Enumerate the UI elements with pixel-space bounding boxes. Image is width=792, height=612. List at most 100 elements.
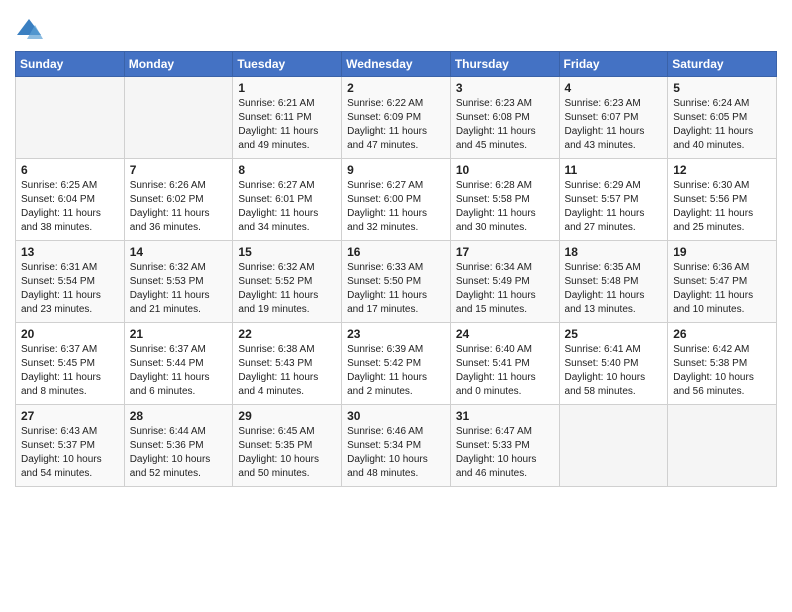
weekday-header-sunday: Sunday xyxy=(16,52,125,77)
cell-content: Sunrise: 6:41 AM Sunset: 5:40 PM Dayligh… xyxy=(565,343,663,399)
cell-content: Sunrise: 6:37 AM Sunset: 5:45 PM Dayligh… xyxy=(21,343,119,399)
cell-content: Sunrise: 6:25 AM Sunset: 6:04 PM Dayligh… xyxy=(21,179,119,235)
day-number: 15 xyxy=(238,245,336,259)
cell-content: Sunrise: 6:22 AM Sunset: 6:09 PM Dayligh… xyxy=(347,97,445,153)
calendar-cell: 3Sunrise: 6:23 AM Sunset: 6:08 PM Daylig… xyxy=(450,77,559,159)
calendar-cell: 24Sunrise: 6:40 AM Sunset: 5:41 PM Dayli… xyxy=(450,323,559,405)
calendar-cell: 23Sunrise: 6:39 AM Sunset: 5:42 PM Dayli… xyxy=(342,323,451,405)
calendar-cell: 5Sunrise: 6:24 AM Sunset: 6:05 PM Daylig… xyxy=(668,77,777,159)
calendar-week-0: 1 Sunrise: 6:21 AM Sunset: 6:11 PM Daylig… xyxy=(16,77,777,159)
cell-content: Sunrise: 6:33 AM Sunset: 5:50 PM Dayligh… xyxy=(347,261,445,317)
cell-content: Sunrise: 6:36 AM Sunset: 5:47 PM Dayligh… xyxy=(673,261,771,317)
cell-content: Sunrise: 6:28 AM Sunset: 5:58 PM Dayligh… xyxy=(456,179,554,235)
logo xyxy=(15,10,47,43)
calendar-cell: 4 Sunrise: 6:23 AM Sunset: 6:07 PM Daylig… xyxy=(559,77,668,159)
calendar-cell: 29Sunrise: 6:45 AM Sunset: 5:35 PM Dayli… xyxy=(233,405,342,487)
calendar-cell: 21 Sunrise: 6:37 AM Sunset: 5:44 PM Dayli… xyxy=(124,323,233,405)
day-number: 25 xyxy=(565,327,663,341)
day-number: 20 xyxy=(21,327,119,341)
calendar-header: SundayMondayTuesdayWednesdayThursdayFrid… xyxy=(16,52,777,77)
day-number: 18 xyxy=(565,245,663,259)
cell-content: Sunrise: 6:47 AM Sunset: 5:33 PM Dayligh… xyxy=(456,425,554,481)
calendar-cell: 15 Sunrise: 6:32 AM Sunset: 5:52 PM Dayli… xyxy=(233,241,342,323)
cell-content: Sunrise: 6:23 AM Sunset: 6:07 PM Dayligh… xyxy=(565,97,663,153)
page: SundayMondayTuesdayWednesdayThursdayFrid… xyxy=(0,0,792,612)
cell-content: Sunrise: 6:34 AM Sunset: 5:49 PM Dayligh… xyxy=(456,261,554,317)
day-number: 5 xyxy=(673,81,771,95)
calendar-cell xyxy=(16,77,125,159)
day-number: 7 xyxy=(130,163,228,177)
day-number: 22 xyxy=(238,327,336,341)
cell-content: Sunrise: 6:31 AM Sunset: 5:54 PM Dayligh… xyxy=(21,261,119,317)
calendar-cell: 18 Sunrise: 6:35 AM Sunset: 5:48 PM Dayli… xyxy=(559,241,668,323)
cell-content: Sunrise: 6:26 AM Sunset: 6:02 PM Dayligh… xyxy=(130,179,228,235)
cell-content: Sunrise: 6:38 AM Sunset: 5:43 PM Dayligh… xyxy=(238,343,336,399)
cell-content: Sunrise: 6:46 AM Sunset: 5:34 PM Dayligh… xyxy=(347,425,445,481)
cell-content: Sunrise: 6:32 AM Sunset: 5:52 PM Dayligh… xyxy=(238,261,336,317)
day-number: 29 xyxy=(238,409,336,423)
calendar-cell: 31Sunrise: 6:47 AM Sunset: 5:33 PM Dayli… xyxy=(450,405,559,487)
logo-icon xyxy=(15,15,43,43)
calendar-cell: 6 Sunrise: 6:25 AM Sunset: 6:04 PM Daylig… xyxy=(16,159,125,241)
calendar-cell: 2 Sunrise: 6:22 AM Sunset: 6:09 PM Daylig… xyxy=(342,77,451,159)
calendar-cell: 20 Sunrise: 6:37 AM Sunset: 5:45 PM Dayli… xyxy=(16,323,125,405)
cell-content: Sunrise: 6:27 AM Sunset: 6:01 PM Dayligh… xyxy=(238,179,336,235)
calendar-cell: 22 Sunrise: 6:38 AM Sunset: 5:43 PM Dayli… xyxy=(233,323,342,405)
calendar-cell: 19 Sunrise: 6:36 AM Sunset: 5:47 PM Dayli… xyxy=(668,241,777,323)
calendar-cell: 30 Sunrise: 6:46 AM Sunset: 5:34 PM Dayli… xyxy=(342,405,451,487)
weekday-header-monday: Monday xyxy=(124,52,233,77)
day-number: 13 xyxy=(21,245,119,259)
calendar: SundayMondayTuesdayWednesdayThursdayFrid… xyxy=(15,51,777,487)
day-number: 8 xyxy=(238,163,336,177)
day-number: 21 xyxy=(130,327,228,341)
calendar-week-3: 20 Sunrise: 6:37 AM Sunset: 5:45 PM Dayli… xyxy=(16,323,777,405)
day-number: 17 xyxy=(456,245,554,259)
cell-content: Sunrise: 6:30 AM Sunset: 5:56 PM Dayligh… xyxy=(673,179,771,235)
cell-content: Sunrise: 6:29 AM Sunset: 5:57 PM Dayligh… xyxy=(565,179,663,235)
day-number: 19 xyxy=(673,245,771,259)
day-number: 27 xyxy=(21,409,119,423)
day-number: 2 xyxy=(347,81,445,95)
day-number: 6 xyxy=(21,163,119,177)
cell-content: Sunrise: 6:43 AM Sunset: 5:37 PM Dayligh… xyxy=(21,425,119,481)
weekday-header-tuesday: Tuesday xyxy=(233,52,342,77)
calendar-cell: 14 Sunrise: 6:32 AM Sunset: 5:53 PM Dayli… xyxy=(124,241,233,323)
calendar-cell xyxy=(559,405,668,487)
calendar-week-2: 13 Sunrise: 6:31 AM Sunset: 5:54 PM Dayli… xyxy=(16,241,777,323)
cell-content: Sunrise: 6:39 AM Sunset: 5:42 PM Dayligh… xyxy=(347,343,445,399)
calendar-cell: 12 Sunrise: 6:30 AM Sunset: 5:56 PM Dayli… xyxy=(668,159,777,241)
weekday-header-friday: Friday xyxy=(559,52,668,77)
cell-content: Sunrise: 6:44 AM Sunset: 5:36 PM Dayligh… xyxy=(130,425,228,481)
weekday-header-row: SundayMondayTuesdayWednesdayThursdayFrid… xyxy=(16,52,777,77)
calendar-cell: 26Sunrise: 6:42 AM Sunset: 5:38 PM Dayli… xyxy=(668,323,777,405)
cell-content: Sunrise: 6:42 AM Sunset: 5:38 PM Dayligh… xyxy=(673,343,771,399)
cell-content: Sunrise: 6:32 AM Sunset: 5:53 PM Dayligh… xyxy=(130,261,228,317)
calendar-cell: 8 Sunrise: 6:27 AM Sunset: 6:01 PM Daylig… xyxy=(233,159,342,241)
cell-content: Sunrise: 6:35 AM Sunset: 5:48 PM Dayligh… xyxy=(565,261,663,317)
weekday-header-saturday: Saturday xyxy=(668,52,777,77)
weekday-header-thursday: Thursday xyxy=(450,52,559,77)
calendar-cell: 13 Sunrise: 6:31 AM Sunset: 5:54 PM Dayli… xyxy=(16,241,125,323)
calendar-cell: 27 Sunrise: 6:43 AM Sunset: 5:37 PM Dayli… xyxy=(16,405,125,487)
day-number: 11 xyxy=(565,163,663,177)
day-number: 28 xyxy=(130,409,228,423)
calendar-cell: 16Sunrise: 6:33 AM Sunset: 5:50 PM Dayli… xyxy=(342,241,451,323)
calendar-cell: 10Sunrise: 6:28 AM Sunset: 5:58 PM Dayli… xyxy=(450,159,559,241)
weekday-header-wednesday: Wednesday xyxy=(342,52,451,77)
calendar-cell: 25 Sunrise: 6:41 AM Sunset: 5:40 PM Dayli… xyxy=(559,323,668,405)
cell-content: Sunrise: 6:37 AM Sunset: 5:44 PM Dayligh… xyxy=(130,343,228,399)
calendar-cell: 11 Sunrise: 6:29 AM Sunset: 5:57 PM Dayli… xyxy=(559,159,668,241)
calendar-cell: 28 Sunrise: 6:44 AM Sunset: 5:36 PM Dayli… xyxy=(124,405,233,487)
calendar-week-1: 6 Sunrise: 6:25 AM Sunset: 6:04 PM Daylig… xyxy=(16,159,777,241)
day-number: 4 xyxy=(565,81,663,95)
day-number: 12 xyxy=(673,163,771,177)
calendar-cell xyxy=(668,405,777,487)
day-number: 30 xyxy=(347,409,445,423)
day-number: 1 xyxy=(238,81,336,95)
cell-content: Sunrise: 6:21 AM Sunset: 6:11 PM Dayligh… xyxy=(238,97,336,153)
calendar-body: 1 Sunrise: 6:21 AM Sunset: 6:11 PM Daylig… xyxy=(16,77,777,487)
day-number: 3 xyxy=(456,81,554,95)
calendar-cell: 1 Sunrise: 6:21 AM Sunset: 6:11 PM Daylig… xyxy=(233,77,342,159)
day-number: 14 xyxy=(130,245,228,259)
calendar-cell: 9Sunrise: 6:27 AM Sunset: 6:00 PM Daylig… xyxy=(342,159,451,241)
